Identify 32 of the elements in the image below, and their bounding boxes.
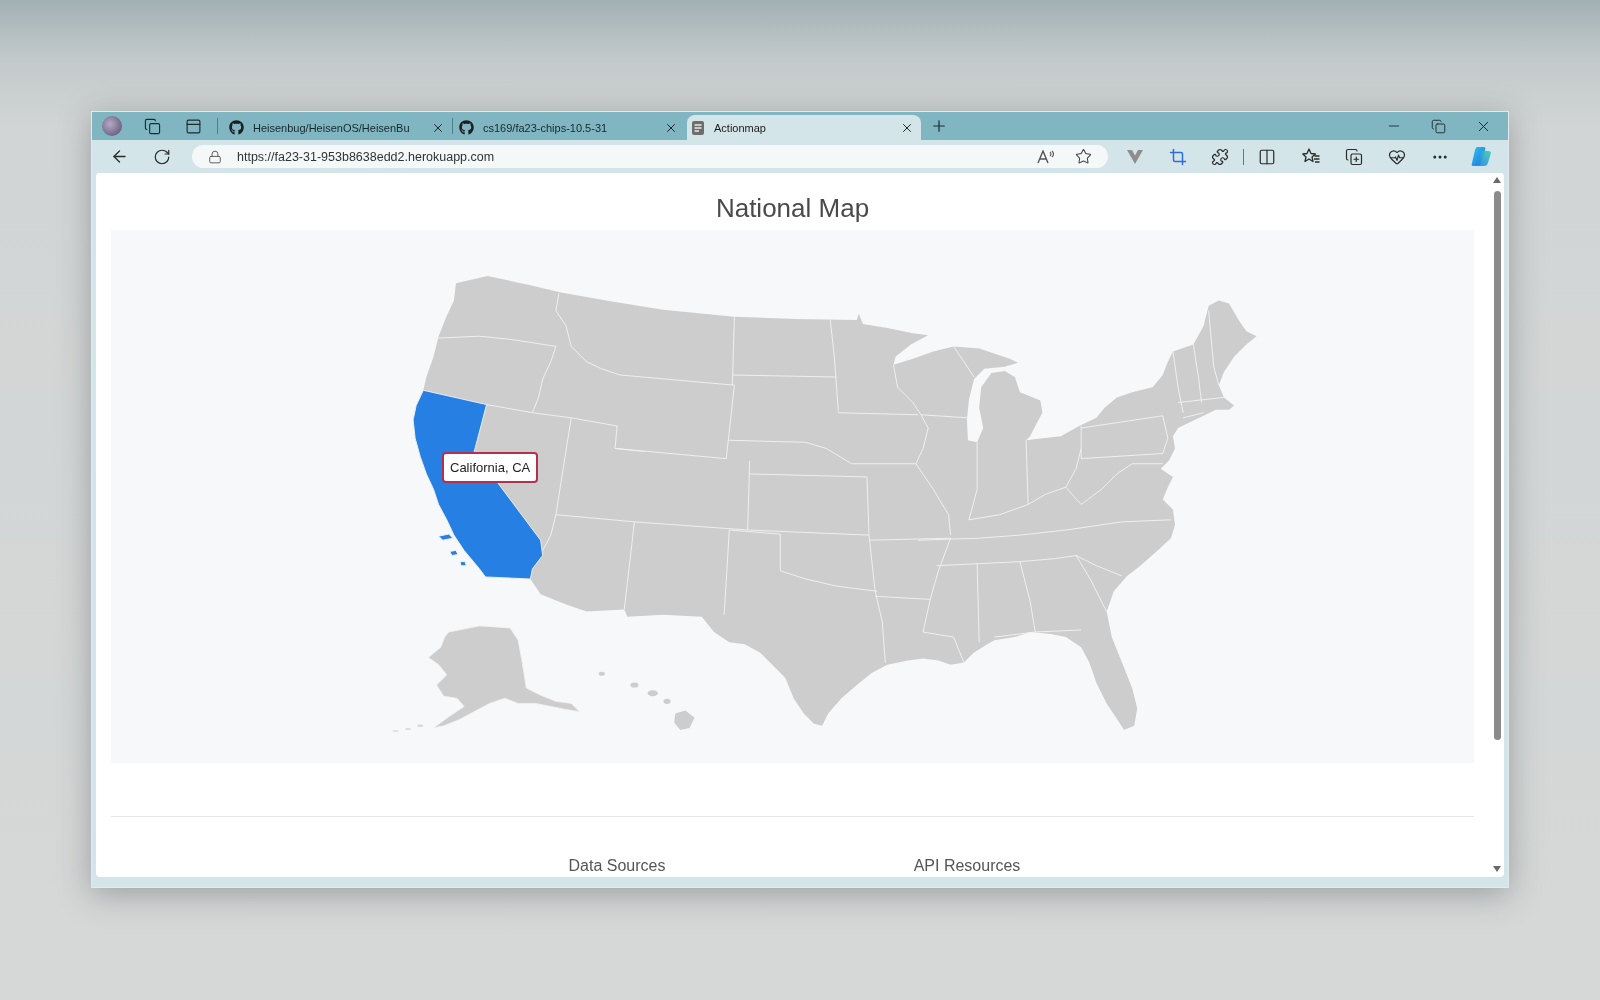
logo-icon[interactable] — [1471, 147, 1492, 166]
back-icon[interactable] — [110, 147, 129, 166]
lock-icon[interactable] — [208, 149, 222, 164]
browser-tab[interactable]: cs169/fa23-chips-10.5-31 — [455, 115, 685, 140]
heart-icon[interactable] — [1388, 147, 1406, 166]
scrollbar-thumb[interactable] — [1493, 191, 1501, 740]
reload-icon[interactable] — [153, 147, 171, 166]
star-lines-icon[interactable] — [1302, 148, 1320, 165]
footer-heading: Data Sources — [568, 856, 666, 876]
state-region[interactable] — [412, 389, 544, 580]
browser-tab[interactable]: Heisenbug/HeisenOS/HeisenBu — [225, 115, 452, 140]
address-bar[interactable]: https://fa23-31-953b8638edd2.herokuapp.com — [192, 145, 1108, 168]
page-title: National Map — [715, 193, 870, 223]
scroll-up-icon[interactable] — [1493, 177, 1501, 183]
copy-plus-icon[interactable] — [1345, 147, 1363, 166]
puzzle-icon[interactable] — [1211, 147, 1229, 166]
browser-tab[interactable]: Actionmap — [687, 115, 921, 140]
scroll-down-icon[interactable] — [1493, 866, 1501, 872]
cat-logo-icon — [229, 120, 244, 135]
page-icon — [691, 120, 705, 135]
restore-icon[interactable] — [1431, 118, 1446, 134]
footer-heading: API Resources — [913, 856, 1021, 876]
star-icon[interactable] — [1075, 148, 1092, 165]
window-icon[interactable] — [185, 117, 202, 135]
cat-logo-icon — [459, 120, 474, 135]
split-screen-icon[interactable] — [1258, 147, 1276, 166]
crop-icon[interactable] — [1169, 147, 1187, 166]
url-text: https://fa23-31-953b8638edd2.herokuapp.com — [237, 149, 495, 164]
new-tab-icon[interactable] — [930, 117, 948, 135]
read-aloud-icon[interactable] — [1037, 149, 1055, 164]
map-tooltip: California, CA — [442, 452, 539, 483]
stacked-squares-icon[interactable] — [144, 117, 161, 135]
